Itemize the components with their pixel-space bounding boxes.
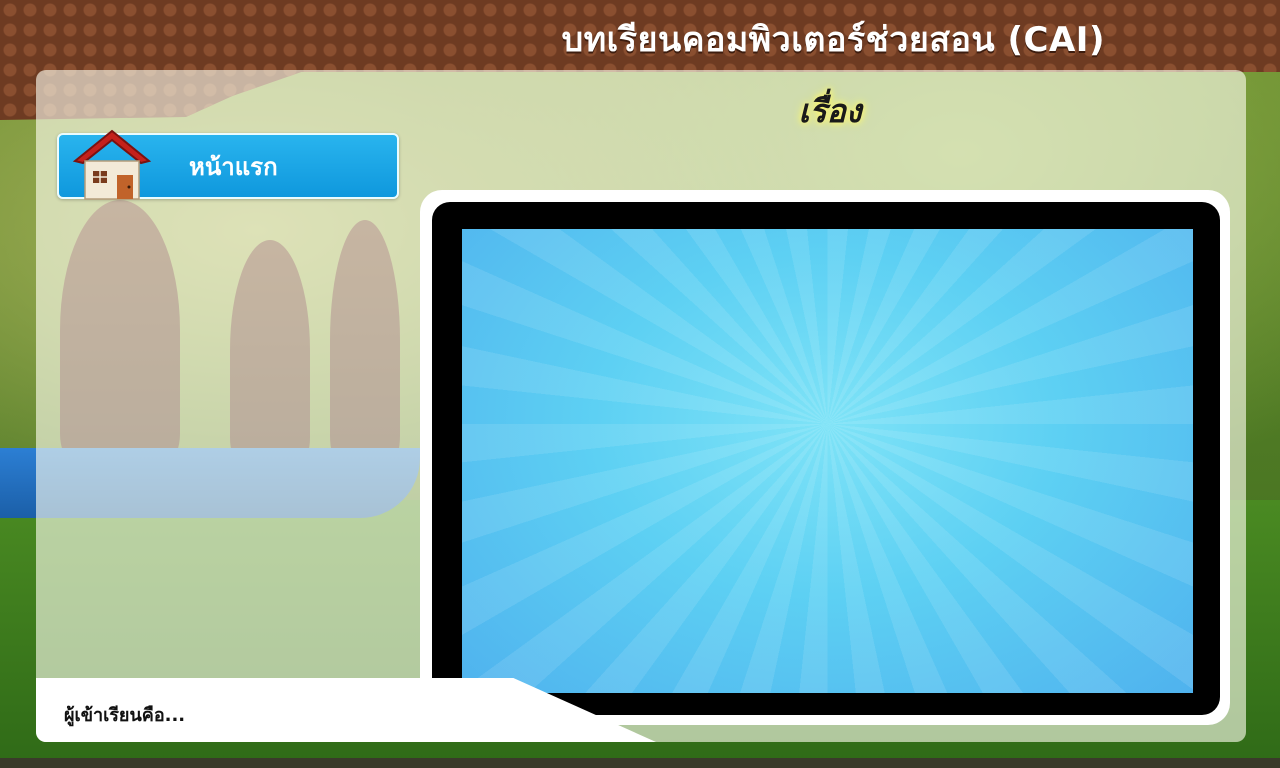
home-button-label: หน้าแรก (189, 153, 278, 181)
home-button[interactable]: หน้าแรก (57, 129, 399, 200)
cai-lesson-page: บทเรียนคอมพิวเตอร์ช่วยสอน (CAI) เรื่อง ห… (0, 0, 1280, 768)
content-screen (462, 229, 1193, 693)
lesson-heading: เรื่อง (798, 92, 862, 130)
app-title: บทเรียนคอมพิวเตอร์ช่วยสอน (CAI) (561, 20, 1105, 60)
bottom-strip (0, 758, 1280, 768)
learner-label: ผู้เข้าเรียนคือ... (64, 705, 186, 726)
house-icon (72, 129, 152, 200)
